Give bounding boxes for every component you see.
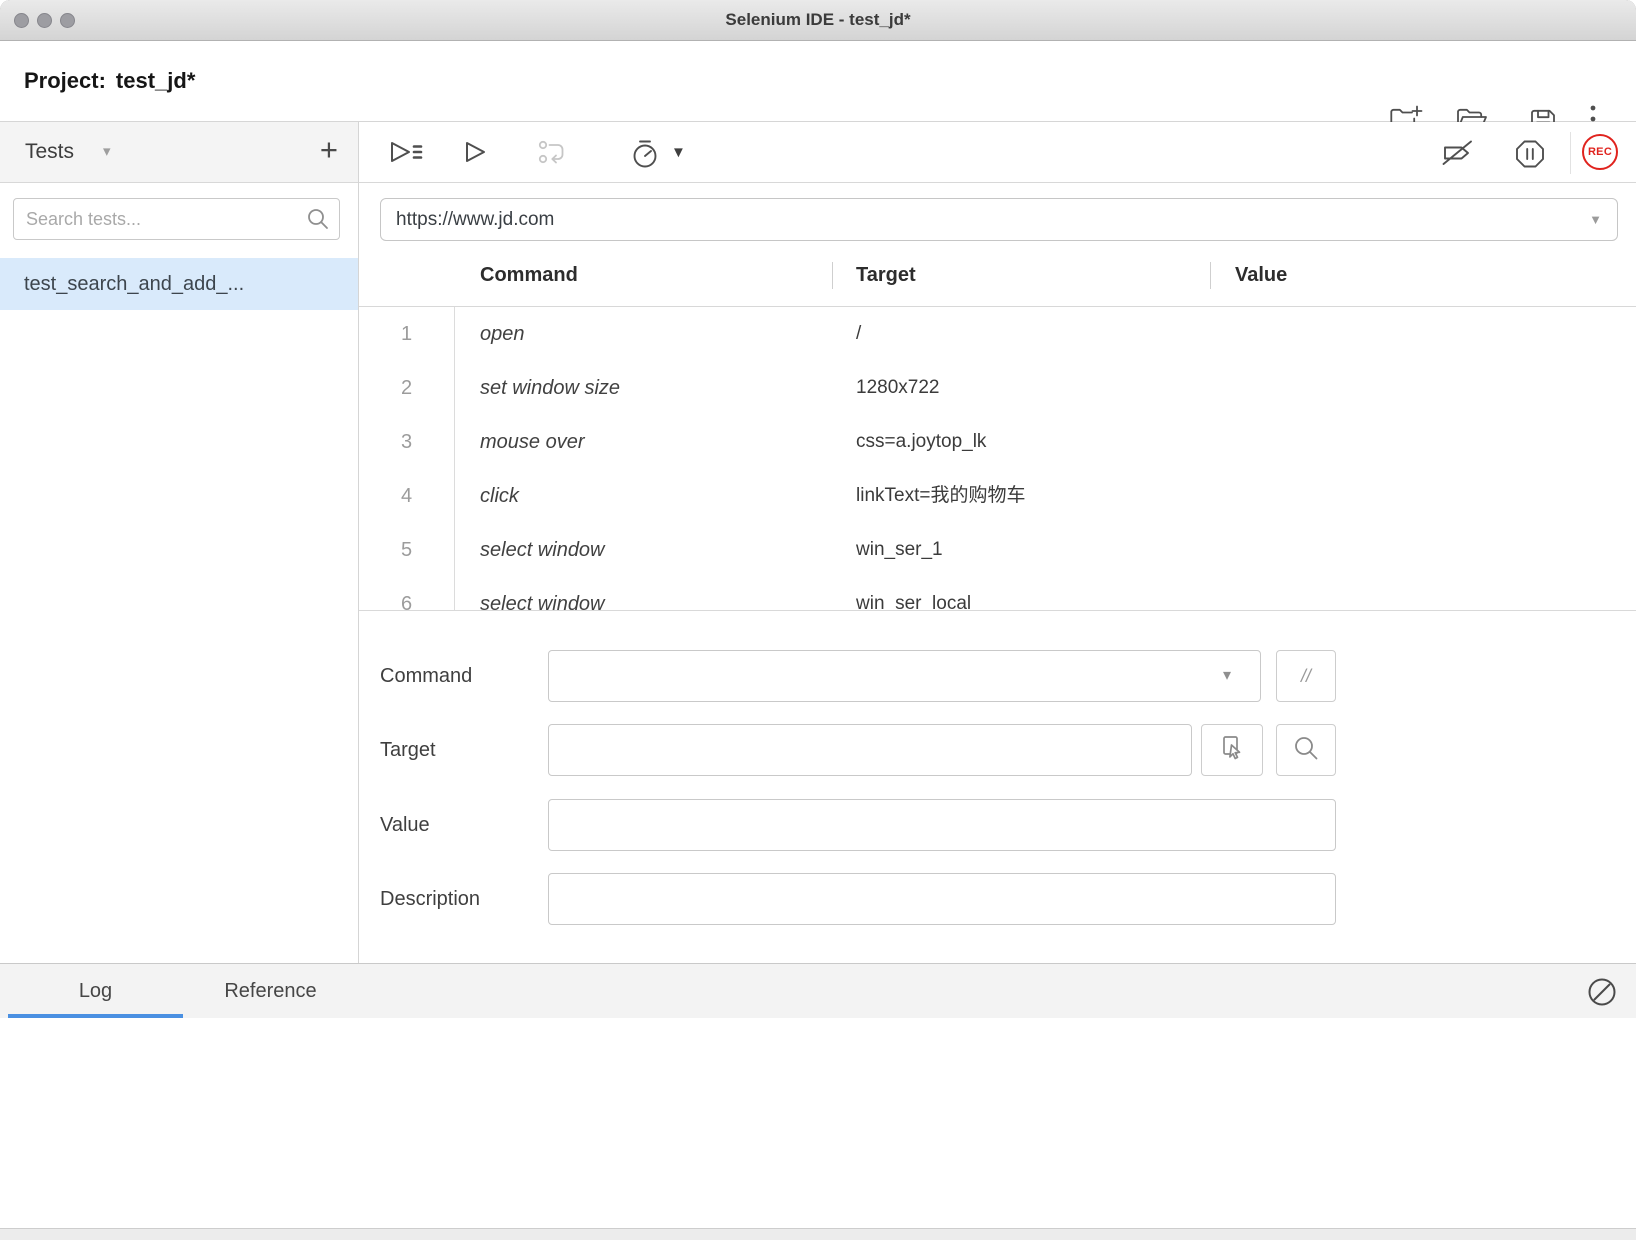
value-field-input[interactable] [548, 799, 1336, 851]
select-target-icon [1216, 732, 1248, 769]
column-divider [832, 262, 833, 289]
bottom-panel: Log Reference [0, 963, 1636, 1228]
row-number: 1 [359, 307, 455, 361]
column-divider [1210, 262, 1211, 289]
command-table-body: 1 open / 2 set window size 1280x722 3 mo… [359, 307, 1636, 610]
row-value [1210, 469, 1636, 523]
table-row[interactable]: 4 click linkText=我的购物车 [359, 469, 1636, 523]
tab-log[interactable]: Log [8, 964, 183, 1018]
row-number: 5 [359, 523, 455, 577]
circle-slash-icon [1586, 995, 1618, 1012]
value-field-label: Value [380, 799, 430, 851]
command-field-label: Command [380, 650, 472, 702]
test-speed-button[interactable] [627, 136, 663, 172]
bottom-tabbar: Log Reference [0, 963, 1636, 1018]
url-bar: ▼ [380, 198, 1618, 241]
row-number: 2 [359, 361, 455, 415]
row-value [1210, 307, 1636, 361]
project-title: Project: test_jd* [24, 41, 195, 121]
row-command: set window size [455, 361, 832, 415]
row-target: 1280x722 [832, 361, 1210, 415]
bottom-scrollbar-track[interactable] [0, 1228, 1636, 1240]
value-column-header: Value [1210, 245, 1636, 306]
row-number: 4 [359, 469, 455, 523]
table-row[interactable]: 1 open / [359, 307, 1636, 361]
table-row[interactable]: 2 set window size 1280x722 [359, 361, 1636, 415]
play-icon [459, 136, 489, 168]
command-column-header: Command [455, 245, 832, 306]
row-target: css=a.joytop_lk [832, 415, 1210, 469]
row-value [1210, 523, 1636, 577]
target-field-label: Target [380, 724, 436, 776]
run-all-icon [384, 136, 426, 168]
search-tests-input[interactable] [13, 198, 340, 240]
step-over-button-disabled [536, 136, 570, 168]
test-list-item[interactable]: test_search_and_add_... [0, 258, 358, 310]
app-header: Project: test_jd* [0, 41, 1636, 122]
stopwatch-icon [627, 136, 663, 172]
log-content [0, 1018, 1636, 1228]
row-command: open [455, 307, 832, 361]
tests-dropdown[interactable]: Tests [25, 122, 74, 182]
row-value [1210, 415, 1636, 469]
toggle-comment-button[interactable]: // [1276, 650, 1336, 702]
row-number: 3 [359, 415, 455, 469]
search-icon [1292, 734, 1320, 767]
command-dropdown-icon[interactable]: ▾ [1223, 650, 1231, 702]
row-target: linkText=我的购物车 [832, 469, 1210, 523]
row-target: / [832, 307, 1210, 361]
disable-breakpoints-button[interactable] [1438, 136, 1478, 170]
breakpoint-slash-icon [1438, 136, 1478, 170]
project-label: Project: [24, 68, 106, 93]
tests-header: Tests ▾ + [0, 122, 358, 183]
target-field-input[interactable] [548, 724, 1192, 776]
row-command: click [455, 469, 832, 523]
url-dropdown-icon[interactable]: ▼ [1589, 198, 1602, 241]
window-title: Selenium IDE - test_jd* [0, 0, 1636, 40]
chevron-down-icon[interactable]: ▾ [103, 122, 111, 182]
row-target: win_ser_local [832, 577, 1210, 610]
row-number-column-header [359, 245, 455, 306]
pause-octagon-icon [1512, 136, 1548, 172]
toolbar-divider [1570, 132, 1571, 174]
description-field-input[interactable] [548, 873, 1336, 925]
titlebar: Selenium IDE - test_jd* [0, 0, 1636, 41]
step-over-icon [536, 136, 570, 168]
command-field-input[interactable] [548, 650, 1261, 702]
project-name: test_jd* [116, 68, 195, 93]
clear-log-button[interactable] [1586, 976, 1618, 1013]
row-command: select window [455, 523, 832, 577]
test-search [13, 198, 340, 240]
command-edit-form: Command ▾ // Target Value Description [359, 610, 1636, 963]
row-target: win_ser_1 [832, 523, 1210, 577]
record-button[interactable]: REC [1582, 134, 1618, 170]
table-row[interactable]: 3 mouse over css=a.joytop_lk [359, 415, 1636, 469]
select-target-button[interactable] [1201, 724, 1263, 776]
playback-toolbar: ▼ REC [359, 122, 1636, 183]
target-column-header: Target [832, 245, 1210, 306]
speed-caret-icon[interactable]: ▼ [671, 122, 686, 183]
description-field-label: Description [380, 873, 480, 925]
row-command: select window [455, 577, 832, 610]
run-current-test-button[interactable] [459, 136, 489, 168]
base-url-input[interactable] [380, 198, 1618, 241]
row-value [1210, 361, 1636, 415]
run-all-tests-button[interactable] [384, 136, 426, 168]
command-table-header: Command Target Value [359, 245, 1636, 307]
search-icon [306, 207, 330, 236]
tab-reference[interactable]: Reference [183, 964, 358, 1018]
selenium-ide-window: Selenium IDE - test_jd* Project: test_jd*… [0, 0, 1636, 1240]
find-target-button[interactable] [1276, 724, 1336, 776]
row-value [1210, 577, 1636, 610]
row-command: mouse over [455, 415, 832, 469]
tests-sidebar: Tests ▾ + test_search_and_add_... [0, 122, 359, 963]
add-test-button[interactable]: + [320, 122, 338, 182]
row-number: 6 [359, 577, 455, 610]
main-panel: ▼ REC ▼ Command Target Value 1 [359, 122, 1636, 963]
table-row[interactable]: 5 select window win_ser_1 [359, 523, 1636, 577]
table-row[interactable]: 6 select window win_ser_local [359, 577, 1636, 610]
pause-on-exceptions-button[interactable] [1512, 136, 1548, 172]
